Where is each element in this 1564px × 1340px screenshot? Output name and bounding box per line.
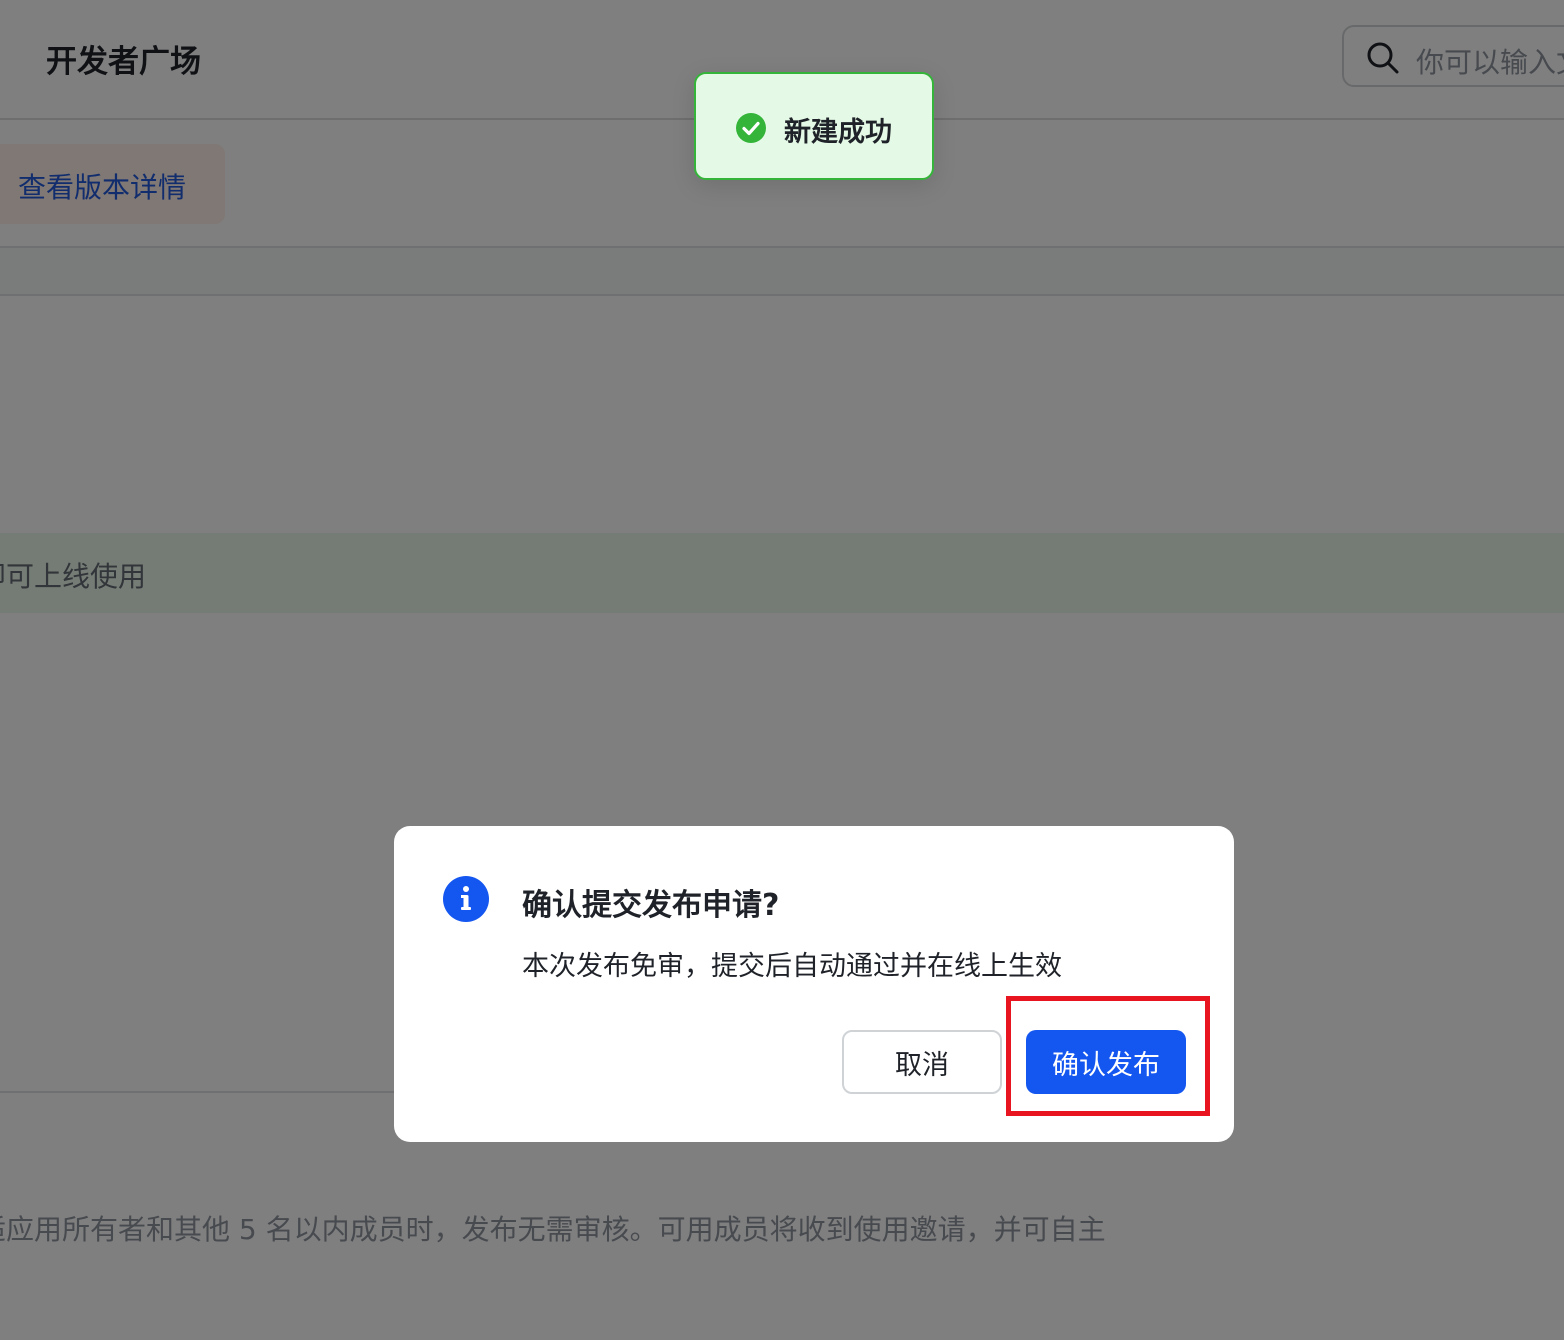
highlight-annotation bbox=[1006, 996, 1210, 1116]
dialog-title: 确认提交发布申请? bbox=[522, 888, 780, 923]
success-toast: 新建成功 bbox=[694, 72, 934, 180]
dialog-description: 本次发布免审，提交后自动通过并在线上生效 bbox=[522, 951, 1062, 982]
toast-message: 新建成功 bbox=[784, 117, 892, 148]
cancel-button[interactable]: 取消 bbox=[842, 1030, 1002, 1094]
info-icon bbox=[443, 876, 489, 922]
page: 开发者广场 你可以输入文 查看版本详情 即可上线使用 适应用所有者和其他 5 名… bbox=[0, 0, 1564, 1340]
check-circle-icon bbox=[736, 113, 766, 143]
